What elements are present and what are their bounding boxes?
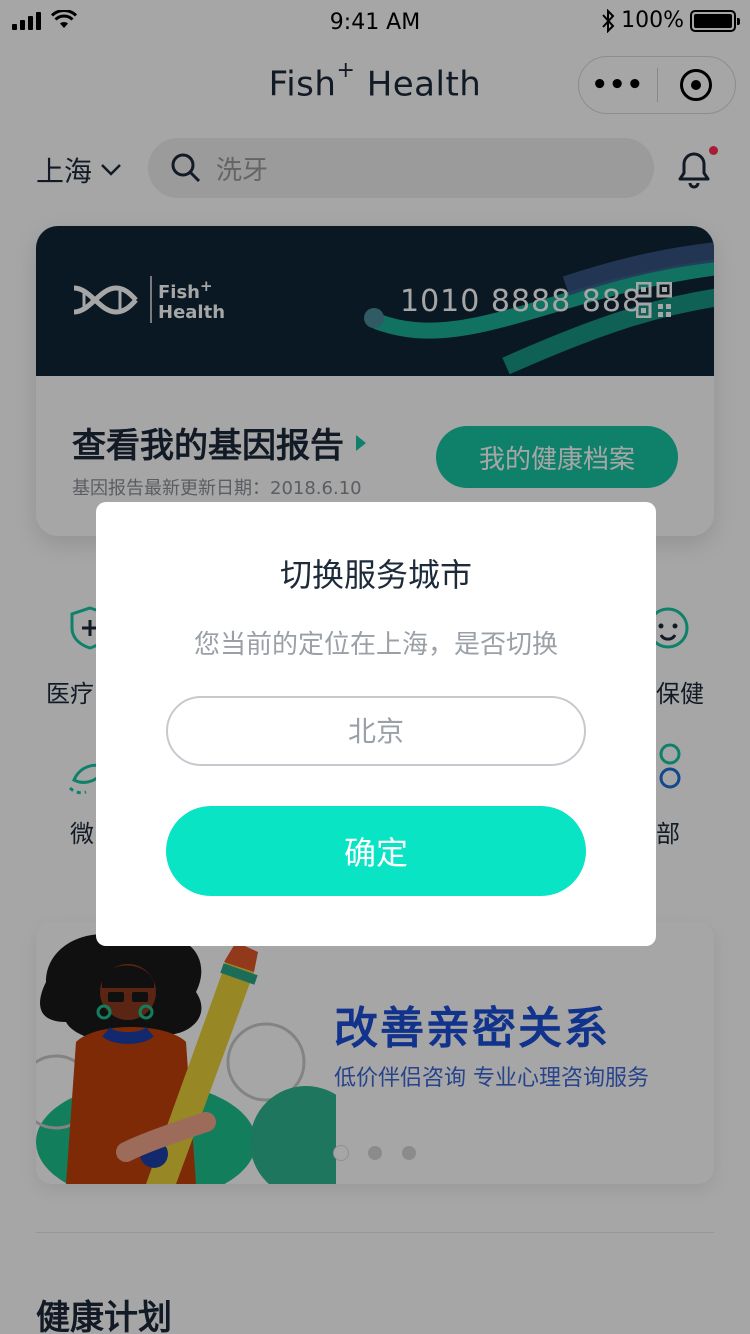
dialog-title: 切换服务城市	[279, 556, 472, 594]
dialog-message: 您当前的定位在上海，是否切换	[193, 630, 558, 660]
switch-city-dialog: 切换服务城市 您当前的定位在上海，是否切换 确定	[96, 502, 656, 946]
confirm-button[interactable]: 确定	[166, 806, 586, 896]
city-input[interactable]	[166, 696, 586, 766]
